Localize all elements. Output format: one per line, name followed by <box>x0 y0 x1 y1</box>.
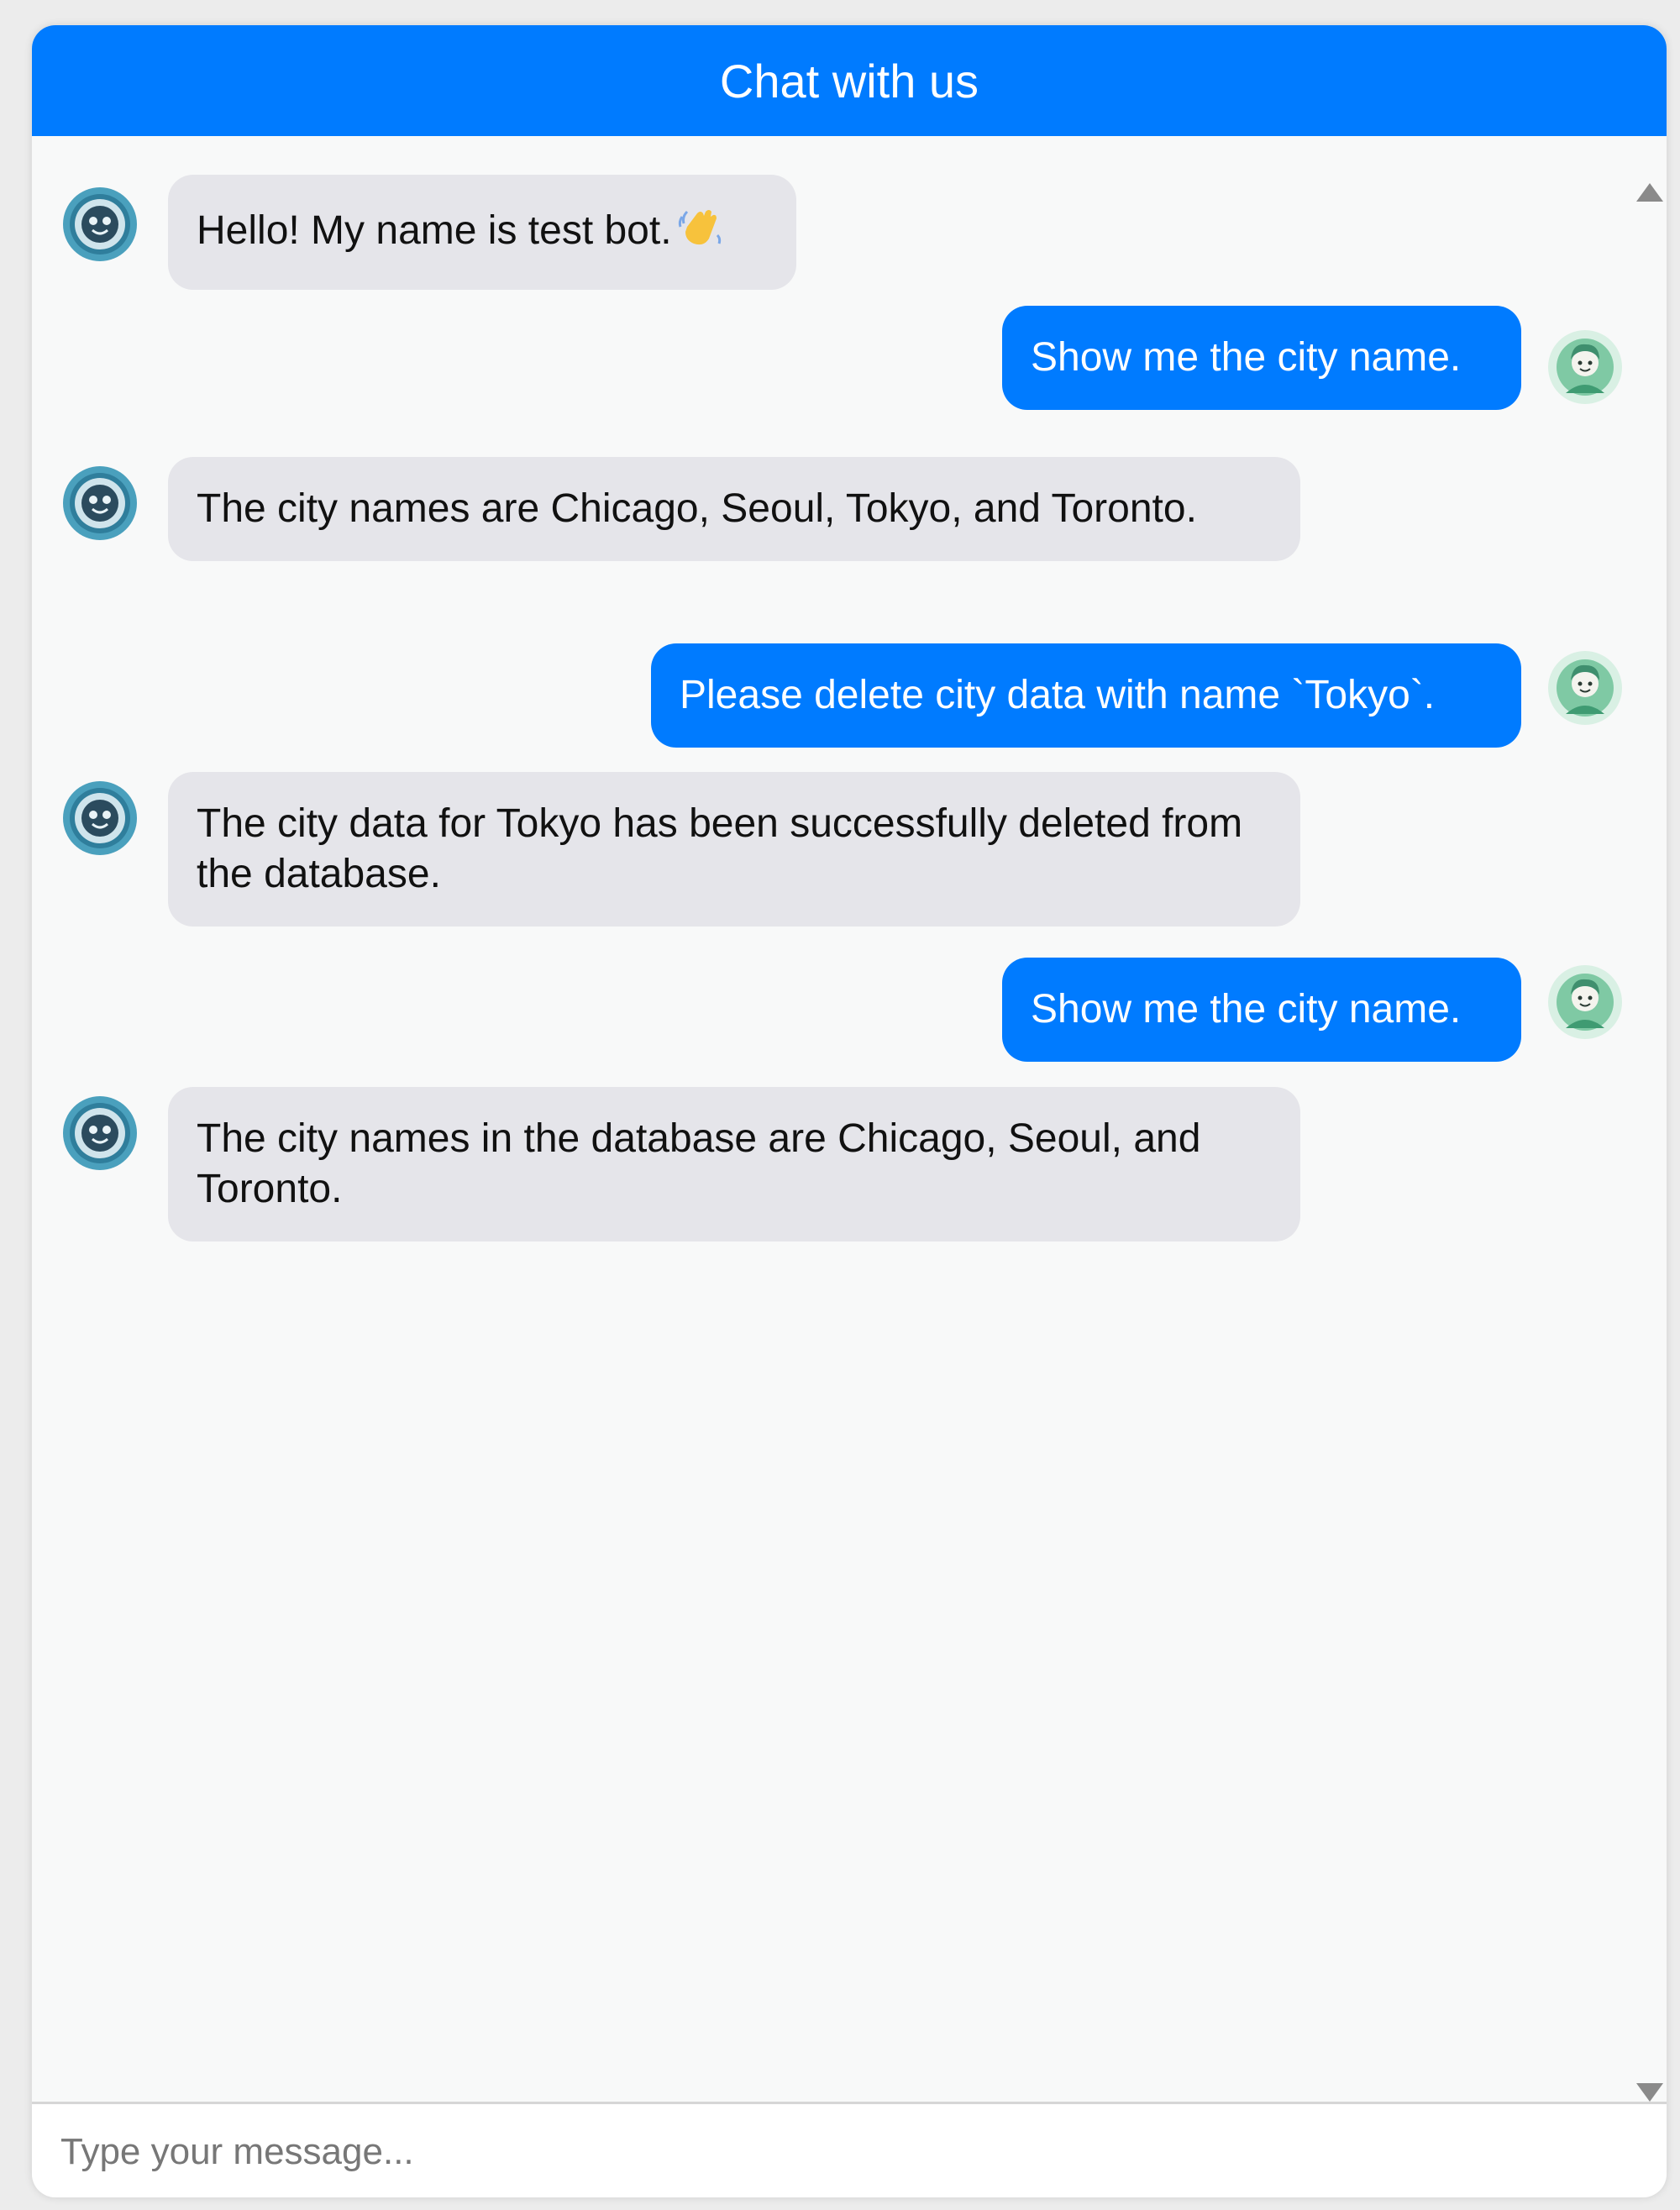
user-avatar-icon <box>1547 650 1623 726</box>
scroll-up-icon[interactable] <box>1636 183 1663 202</box>
bot-message-bubble: The city names are Chicago, Seoul, Tokyo… <box>168 457 1300 561</box>
bot-avatar-icon <box>62 1095 138 1171</box>
user-message-bubble: Please delete city data with name `Tokyo… <box>651 643 1521 748</box>
bot-message-bubble: Hello! My name is test bot. <box>168 175 796 290</box>
message-text: The city names are Chicago, Seoul, Tokyo… <box>197 486 1197 531</box>
bot-message-bubble: The city data for Tokyo has been success… <box>168 772 1300 927</box>
message-text: The city names in the database are Chica… <box>197 1116 1201 1211</box>
scroll-down-icon[interactable] <box>1636 2083 1663 2102</box>
message-input-area <box>32 2102 1667 2197</box>
user-avatar-icon <box>1547 329 1623 405</box>
message-text: Hello! My name is test bot. <box>197 208 672 253</box>
message-text: Show me the city name. <box>1031 335 1462 380</box>
chat-title: Chat with us <box>719 54 979 108</box>
waving-hand-icon <box>675 202 724 263</box>
scrollbar[interactable] <box>1626 136 1667 2125</box>
user-avatar-icon <box>1547 964 1623 1040</box>
chat-window: Chat with us Hello! My name is test bot. <box>32 25 1667 2197</box>
bot-message-bubble: The city names in the database are Chica… <box>168 1087 1300 1241</box>
user-message-bubble: Show me the city name. <box>1002 306 1521 410</box>
message-input[interactable] <box>59 2121 1625 2183</box>
bot-avatar-icon <box>62 186 138 262</box>
chat-header: Chat with us <box>32 25 1667 136</box>
bot-avatar-icon <box>62 780 138 856</box>
bot-avatar-icon <box>62 465 138 541</box>
message-text: Show me the city name. <box>1031 987 1462 1032</box>
message-list[interactable]: Hello! My name is test bot. Show me the … <box>32 136 1626 2125</box>
message-text: The city data for Tokyo has been success… <box>197 801 1243 896</box>
message-text: Please delete city data with name `Tokyo… <box>680 673 1436 717</box>
user-message-bubble: Show me the city name. <box>1002 958 1521 1062</box>
